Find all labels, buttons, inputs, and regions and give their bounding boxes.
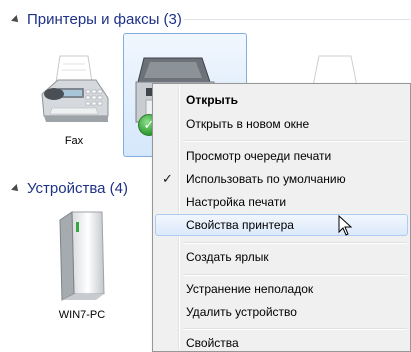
group-title-devices: Устройства (4) bbox=[27, 179, 128, 197]
menu-item-properties[interactable]: Свойства bbox=[155, 332, 408, 352]
device-computer[interactable]: WIN7-PC bbox=[36, 210, 128, 321]
collapse-triangle-icon[interactable] bbox=[11, 184, 21, 194]
context-menu: Открыть Открыть в новом окне Просмотр оч… bbox=[152, 83, 411, 352]
menu-item-printer-properties[interactable]: Свойства принтера bbox=[155, 214, 408, 236]
device-fax[interactable]: Fax bbox=[28, 50, 120, 147]
checkmark-icon: ✓ bbox=[162, 171, 173, 186]
menu-separator bbox=[183, 328, 407, 330]
group-header-devices[interactable]: Устройства (4) bbox=[11, 177, 128, 199]
device-label: Fax bbox=[64, 135, 84, 147]
menu-item-open-new-window[interactable]: Открыть в новом окне bbox=[155, 113, 408, 135]
menu-item-label: Использовать по умолчанию bbox=[186, 172, 346, 186]
menu-separator bbox=[183, 242, 407, 244]
menu-item-open[interactable]: Открыть bbox=[155, 89, 408, 111]
menu-separator bbox=[183, 140, 407, 142]
group-header-printers[interactable]: Принтеры и факсы (3) bbox=[11, 8, 410, 30]
menu-separator bbox=[183, 274, 407, 276]
menu-item-print-preferences[interactable]: Настройка печати bbox=[155, 191, 408, 213]
fax-icon bbox=[41, 55, 109, 122]
computer-icon bbox=[59, 211, 105, 301]
menu-item-create-shortcut[interactable]: Создать ярлык bbox=[155, 246, 408, 268]
mouse-cursor-icon bbox=[338, 215, 353, 236]
menu-item-troubleshoot[interactable]: Устранение неполадок bbox=[155, 278, 408, 300]
group-divider bbox=[184, 19, 410, 20]
collapse-triangle-icon[interactable] bbox=[11, 15, 21, 25]
group-title-printers: Принтеры и факсы (3) bbox=[27, 10, 182, 28]
menu-item-set-default[interactable]: ✓ Использовать по умолчанию bbox=[155, 168, 408, 190]
devices-and-printers-window: Принтеры и факсы (3) Fax ✓ Устройства (4… bbox=[0, 0, 411, 352]
menu-item-remove-device[interactable]: Удалить устройство bbox=[155, 301, 408, 323]
device-label: WIN7-PC bbox=[58, 309, 106, 321]
menu-item-print-queue[interactable]: Просмотр очереди печати bbox=[155, 145, 408, 167]
